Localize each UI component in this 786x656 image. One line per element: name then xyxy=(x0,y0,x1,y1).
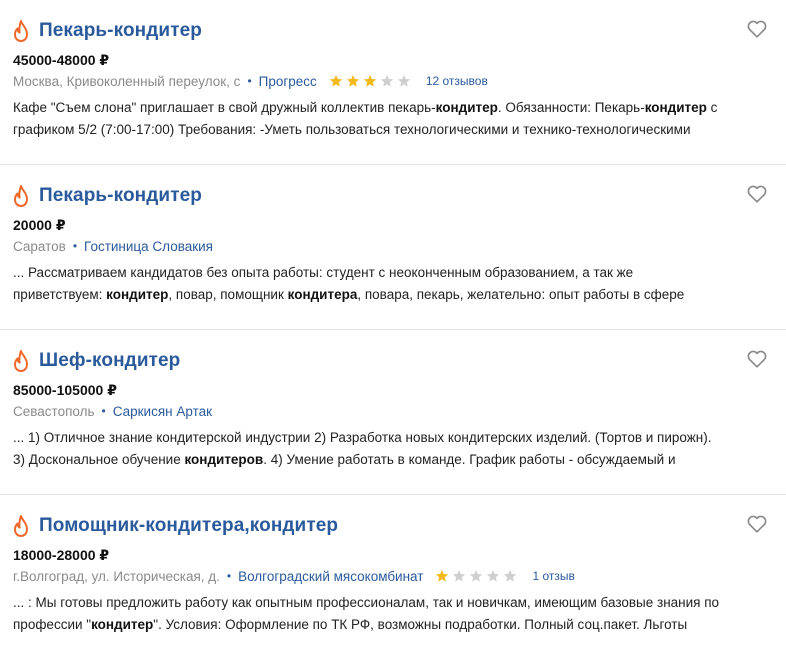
rating-stars xyxy=(435,569,520,583)
highlight-keyword: кондитер xyxy=(91,617,154,632)
vacancy-description: ... Рассматриваем кандидатов без опыта р… xyxy=(13,262,773,306)
location: Москва, Кривоколенный переулок, с xyxy=(13,73,241,89)
fire-icon xyxy=(14,515,28,537)
desc-text: приветствуем: xyxy=(13,287,107,302)
salary: 45000-48000 ₽ xyxy=(13,52,110,68)
heart-icon[interactable] xyxy=(746,18,768,40)
heart-icon[interactable] xyxy=(746,348,768,370)
vacancy-meta: Саратов • Гостиница Словакия xyxy=(13,237,213,255)
heart-icon[interactable] xyxy=(746,513,768,535)
location: Севастополь xyxy=(13,403,95,419)
vacancy-title-row: Помощник-кондитера,кондитер xyxy=(13,511,338,541)
vacancy-title-row: Шеф-кондитер xyxy=(13,346,180,376)
desc-text: 3) Доскональное обучение xyxy=(13,452,185,467)
desc-text: графиком 5/2 (7:00-17:00) Требования: -У… xyxy=(13,122,691,137)
vacancy-title-row: Пекарь-кондитер xyxy=(13,181,202,211)
star-icon xyxy=(504,569,517,582)
vacancy-list: Пекарь-кондитер 45000-48000 ₽ Москва, Кр… xyxy=(0,0,786,656)
fire-icon xyxy=(14,185,28,207)
highlight-keyword: кондитера xyxy=(287,287,358,302)
reviews-link[interactable]: 1 отзыв xyxy=(532,569,574,583)
star-icon xyxy=(380,74,393,87)
company-link[interactable]: Саркисян Артак xyxy=(113,404,212,419)
star-icon xyxy=(436,569,449,582)
vacancy-description: ... : Мы готовы предложить работу как оп… xyxy=(13,592,773,636)
location: Саратов xyxy=(13,238,66,254)
vacancy-title-row: Пекарь-кондитер xyxy=(13,16,202,46)
desc-text: . 4) Умение работать в команде. График р… xyxy=(263,452,676,467)
desc-text: ... 1) Отличное знание кондитерской инду… xyxy=(13,430,712,445)
desc-text: с xyxy=(706,100,718,115)
separator-dot: • xyxy=(101,404,106,418)
separator-dot: • xyxy=(72,239,78,253)
desc-text: ". Условия: Оформление по ТК РФ, возможн… xyxy=(153,617,688,632)
highlight-keyword: кондитер xyxy=(106,287,169,302)
salary: 18000-28000 ₽ xyxy=(13,547,110,563)
desc-text: Кафе "Съем слона" приглашает в свой друж… xyxy=(13,100,436,115)
star-icon xyxy=(346,74,359,87)
rating-stars xyxy=(329,74,414,88)
vacancy-meta: Севастополь • Саркисян Артак xyxy=(13,402,212,420)
vacancy-title-link[interactable]: Шеф-кондитер xyxy=(39,350,180,372)
fire-icon xyxy=(14,350,28,372)
vacancy-title-link[interactable]: Пекарь-кондитер xyxy=(39,185,202,207)
star-icon xyxy=(329,74,342,87)
company-link[interactable]: Прогресс xyxy=(259,74,317,89)
separator-dot: • xyxy=(247,74,252,88)
star-icon xyxy=(363,74,376,87)
vacancy-card: Пекарь-кондитер 45000-48000 ₽ Москва, Кр… xyxy=(0,0,786,165)
vacancy-card: Шеф-кондитер 85000-105000 ₽ Севастополь … xyxy=(0,330,786,495)
star-icon xyxy=(453,569,466,582)
heart-icon[interactable] xyxy=(746,183,768,205)
desc-text: , повара, пекарь, желательно: опыт работ… xyxy=(357,287,685,302)
vacancy-title-link[interactable]: Помощник-кондитера,кондитер xyxy=(39,515,338,537)
vacancy-card: Пекарь-кондитер 20000 ₽ Саратов • Гостин… xyxy=(0,165,786,330)
vacancy-description: ... 1) Отличное знание кондитерской инду… xyxy=(13,427,773,471)
salary: 20000 ₽ xyxy=(13,217,66,233)
star-icon xyxy=(487,569,500,582)
vacancy-meta: г.Волгоград, ул. Историческая, д. • Волг… xyxy=(13,567,575,585)
fire-icon xyxy=(14,20,28,42)
desc-text: профессии " xyxy=(13,617,92,632)
star-icon xyxy=(397,74,410,87)
desc-text: . Обязанности: Пекарь- xyxy=(497,100,645,115)
company-link[interactable]: Гостиница Словакия xyxy=(84,239,213,254)
location: г.Волгоград, ул. Историческая, д. xyxy=(13,568,220,584)
highlight-keyword: кондитер xyxy=(435,100,498,115)
vacancy-title-link[interactable]: Пекарь-кондитер xyxy=(39,20,202,42)
reviews-link[interactable]: 12 отзывов xyxy=(426,74,488,88)
desc-text: , повар, помощник xyxy=(168,287,288,302)
highlight-keyword: кондитеров xyxy=(184,452,264,467)
salary: 85000-105000 ₽ xyxy=(13,382,117,398)
star-icon xyxy=(470,569,483,582)
desc-text: ... : Мы готовы предложить работу как оп… xyxy=(13,595,720,610)
vacancy-card: Помощник-кондитера,кондитер 18000-28000 … xyxy=(0,495,786,656)
vacancy-description: Кафе "Съем слона" приглашает в свой друж… xyxy=(13,97,773,141)
vacancy-meta: Москва, Кривоколенный переулок, с • Прог… xyxy=(13,72,488,90)
highlight-keyword: кондитер xyxy=(644,100,707,115)
desc-text: ... Рассматриваем кандидатов без опыта р… xyxy=(13,265,634,280)
separator-dot: • xyxy=(226,569,232,583)
company-link[interactable]: Волгоградский мясокомбинат xyxy=(238,569,423,584)
